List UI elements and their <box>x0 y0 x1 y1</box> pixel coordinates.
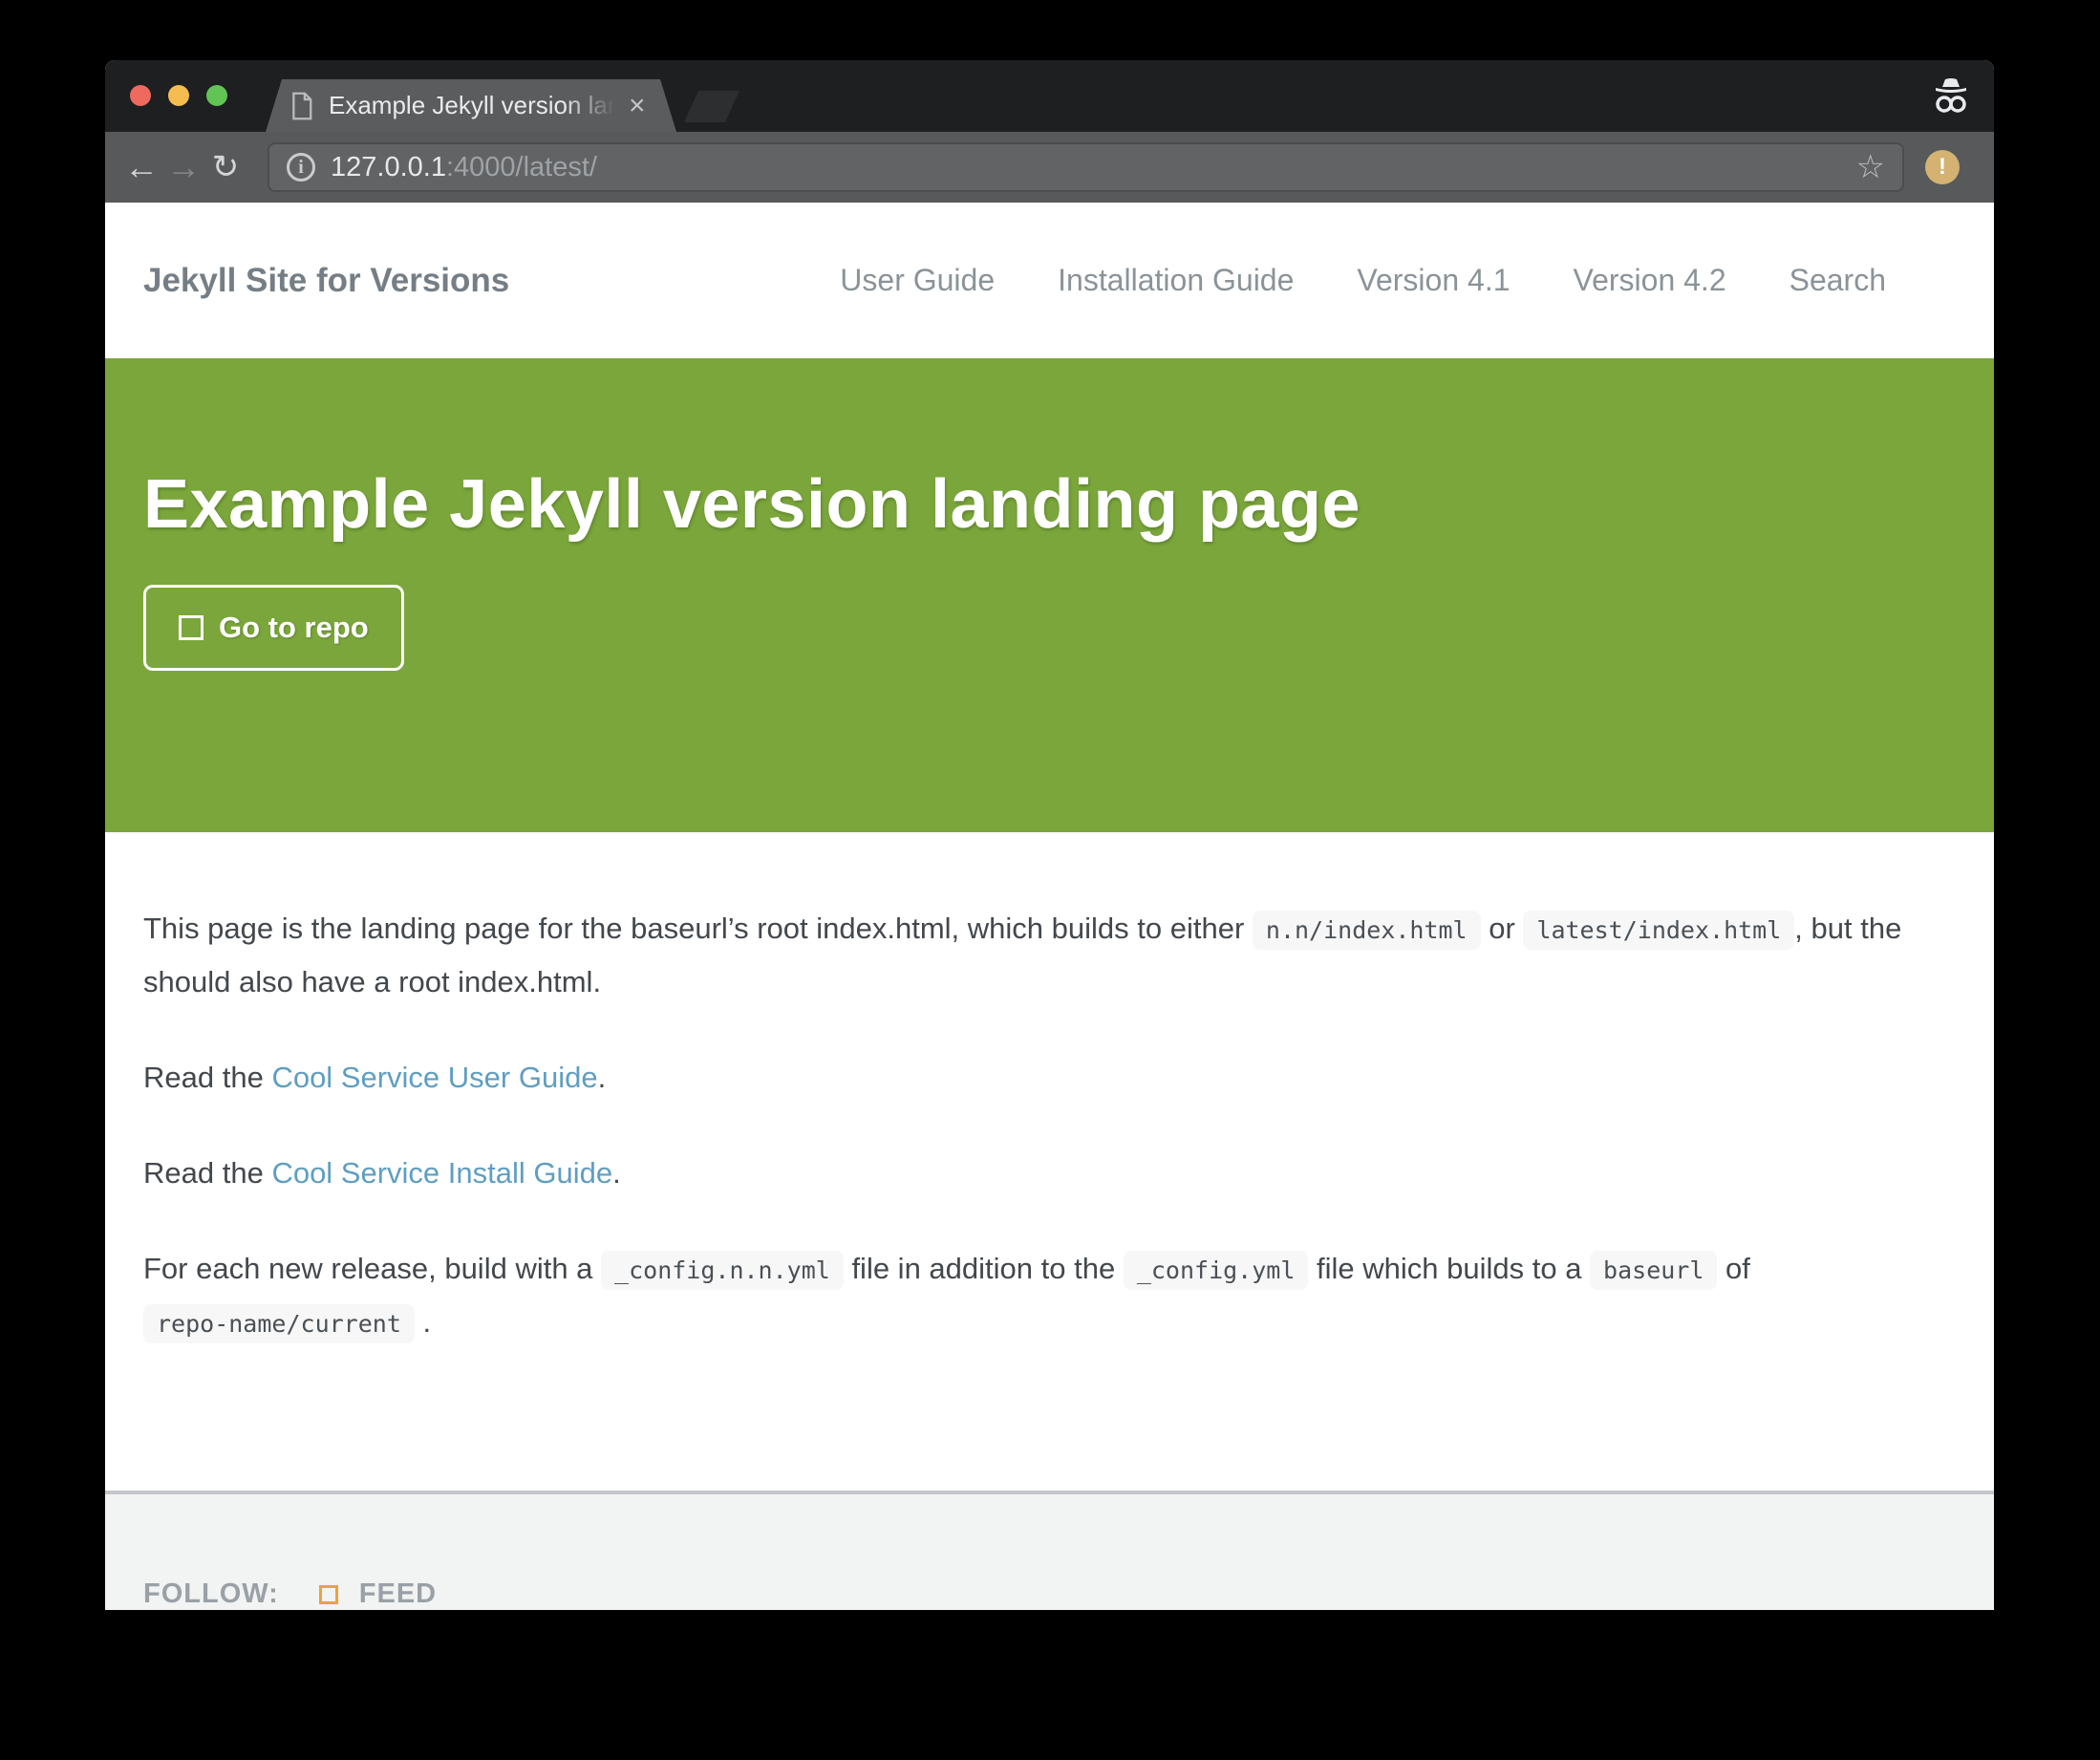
site-info-icon[interactable]: i <box>287 153 315 182</box>
feed-link[interactable]: FEED <box>359 1578 437 1610</box>
profile-badge[interactable]: ! <box>1925 150 1960 184</box>
inline-code: n.n/index.html <box>1252 911 1481 950</box>
url-text[interactable]: 127.0.0.1:4000/latest/ <box>331 152 1856 183</box>
desktop-background: Example Jekyll version landing × ← → ↻ <box>0 0 2100 1760</box>
incognito-icon <box>1929 76 1973 121</box>
content-link[interactable]: Cool Service User Guide <box>271 1061 597 1094</box>
text-run: Read the <box>143 1061 272 1094</box>
text-run: Read the <box>143 1156 272 1190</box>
nav-item-installation-guide[interactable]: Installation Guide <box>1058 263 1294 298</box>
new-tab-button[interactable] <box>684 91 739 122</box>
inline-code: _config.n.n.yml <box>601 1251 844 1290</box>
tab-title: Example Jekyll version landing <box>329 91 615 119</box>
site-brand[interactable]: Jekyll Site for Versions <box>143 262 509 300</box>
paragraph: For each new release, build with a _conf… <box>143 1243 1956 1350</box>
zoom-window-button[interactable] <box>206 85 227 106</box>
hero-banner: Example Jekyll version landing page Go t… <box>105 358 1994 832</box>
content-link[interactable]: Cool Service Install Guide <box>271 1156 612 1190</box>
text-run: For each new release, build with a <box>143 1252 602 1285</box>
site-footer: FOLLOW: FEED <box>105 1491 1994 1610</box>
nav-item-search[interactable]: Search <box>1789 263 1886 298</box>
text-run: This page is the landing page for the ba… <box>143 912 1253 945</box>
back-button[interactable]: ← <box>120 150 162 184</box>
browser-toolbar: ← → ↻ i 127.0.0.1:4000/latest/ ☆ ! <box>105 132 1994 203</box>
nav-item-version-4-2[interactable]: Version 4.2 <box>1574 263 1726 298</box>
text-run: . <box>414 1305 432 1339</box>
minimize-window-button[interactable] <box>168 85 189 106</box>
tab-strip: Example Jekyll version landing × <box>105 60 1994 132</box>
browser-window: Example Jekyll version landing × ← → ↻ <box>105 60 1994 1610</box>
close-window-button[interactable] <box>130 85 151 106</box>
feed-icon <box>318 1584 338 1604</box>
text-run: . <box>612 1156 621 1190</box>
text-run: file which builds to a <box>1308 1252 1591 1285</box>
browser-tab[interactable]: Example Jekyll version landing × <box>266 79 676 132</box>
text-run: of <box>1717 1252 1750 1285</box>
text-run: or <box>1480 912 1524 945</box>
go-to-repo-button[interactable]: Go to repo <box>143 584 404 671</box>
repo-icon <box>179 614 204 640</box>
inline-code: _config.yml <box>1123 1251 1309 1290</box>
paragraph: Read the Cool Service User Guide. <box>143 1052 1956 1104</box>
site-header: Jekyll Site for Versions User Guide Inst… <box>105 203 1994 358</box>
inline-code: baseurl <box>1590 1251 1718 1290</box>
paragraph: Read the Cool Service Install Guide. <box>143 1148 1956 1199</box>
url-host: 127.0.0.1 <box>331 151 446 182</box>
site-nav: User Guide Installation Guide Version 4.… <box>840 263 1886 298</box>
page-title: Example Jekyll version landing page <box>143 466 1361 543</box>
page-viewport: Jekyll Site for Versions User Guide Inst… <box>105 203 1994 1610</box>
nav-item-user-guide[interactable]: User Guide <box>840 263 995 298</box>
text-run: . <box>597 1061 607 1094</box>
address-bar[interactable]: i 127.0.0.1:4000/latest/ ☆ <box>268 142 1904 192</box>
reload-button[interactable]: ↻ <box>204 151 246 183</box>
bookmark-star-icon[interactable]: ☆ <box>1856 151 1885 183</box>
nav-item-version-4-1[interactable]: Version 4.1 <box>1357 263 1510 298</box>
go-to-repo-label: Go to repo <box>219 610 369 644</box>
follow-label: FOLLOW: <box>143 1578 279 1609</box>
url-path: :4000/latest/ <box>445 151 597 182</box>
forward-button[interactable]: → <box>162 150 204 184</box>
paragraph: This page is the landing page for the ba… <box>143 903 1956 1008</box>
main-content: This page is the landing page for the ba… <box>105 832 1994 1491</box>
tab-close-icon[interactable]: × <box>629 92 646 120</box>
inline-code: latest/index.html <box>1523 911 1795 950</box>
window-controls <box>130 85 227 106</box>
text-run: file in addition to the <box>843 1252 1124 1285</box>
page-favicon-icon <box>290 92 313 120</box>
inline-code: repo-name/current <box>143 1304 415 1343</box>
